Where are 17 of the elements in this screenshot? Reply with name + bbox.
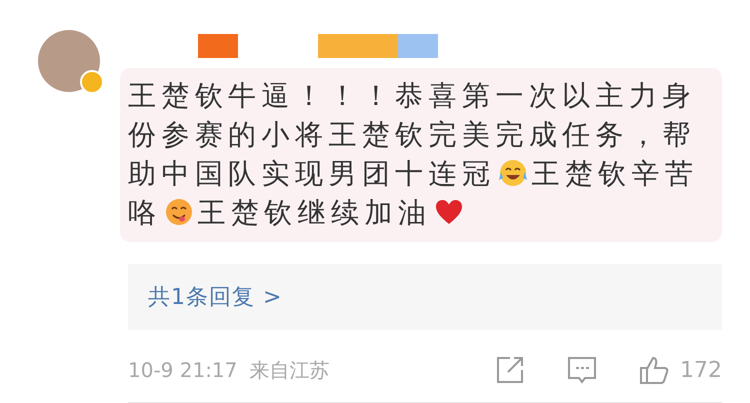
comment-text: 助中国队实现男团十连冠 <box>128 157 496 190</box>
comment-text: 王楚钦辛苦 <box>531 157 698 190</box>
redaction-mark <box>198 34 238 58</box>
crying-laughing-emoji-icon <box>498 158 528 188</box>
view-replies-link[interactable]: 共1条回复 > <box>148 282 282 312</box>
thumbs-up-icon[interactable] <box>638 354 670 386</box>
comment-text: 王楚钦继续加油 <box>197 196 432 229</box>
comment-icon[interactable] <box>566 354 598 386</box>
comment-location: 来自江苏 <box>249 356 330 384</box>
like-count: 172 <box>680 358 722 382</box>
heart-icon <box>434 197 464 227</box>
comment-time: 10-9 21:17 <box>128 358 238 382</box>
share-icon[interactable] <box>494 354 526 386</box>
comment-text: 咯 <box>128 196 162 229</box>
comment-text: 份参赛的小将王楚钦完美完成任务，帮 <box>128 118 696 151</box>
comment-text: 王楚钦牛逼！！！恭喜第一次以主力身 <box>128 79 696 112</box>
yummy-face-emoji-icon <box>164 197 194 227</box>
